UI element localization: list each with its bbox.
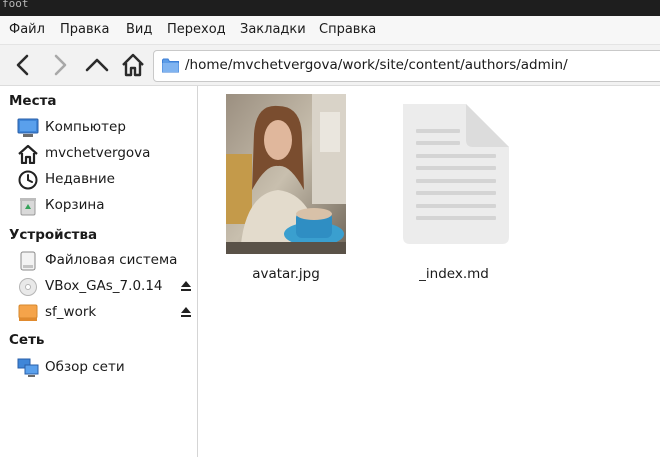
sidebar-item-label: Корзина: [45, 197, 105, 213]
sidebar-item-trash[interactable]: Корзина: [17, 194, 195, 218]
up-button[interactable]: [83, 51, 111, 79]
folder-icon: [162, 58, 179, 73]
home-icon: [122, 53, 144, 77]
home-icon: [18, 144, 38, 164]
forward-button[interactable]: [46, 51, 74, 79]
sidebar-item-home[interactable]: mvchetvergova: [17, 142, 195, 166]
trash-icon: [20, 198, 36, 216]
optical-disc-icon: [19, 278, 37, 296]
network-icon: [17, 358, 39, 377]
sidebar-item-label: mvchetvergova: [45, 145, 151, 161]
drive-icon: [20, 251, 36, 271]
window-titlebar: foot: [0, 0, 660, 16]
menu-bar: Файл Правка Вид Переход Закладки Справка: [0, 16, 660, 45]
sidebar-item-sf-work[interactable]: sf_work: [17, 301, 195, 325]
menu-bookmarks[interactable]: Закладки: [240, 22, 306, 37]
sidebar-item-label: VBox_GAs_7.0.14: [45, 278, 163, 294]
back-button[interactable]: [9, 51, 37, 79]
menu-help[interactable]: Справка: [319, 22, 376, 37]
sidebar-item-network-browse[interactable]: Обзор сети: [17, 356, 195, 380]
sidebar-item-recent[interactable]: Недавние: [17, 168, 195, 192]
menu-edit[interactable]: Правка: [60, 22, 109, 37]
location-bar[interactable]: /home/mvchetvergova/work/site/content/au…: [153, 50, 660, 82]
sidebar-item-label: Недавние: [45, 171, 115, 187]
window-title: foot: [2, 0, 29, 10]
image-thumbnail: [226, 94, 346, 254]
drive-orange-icon: [18, 304, 38, 321]
sidebar-item-vbox-cd[interactable]: VBox_GAs_7.0.14: [17, 275, 195, 299]
sidebar-item-label: Обзор сети: [45, 359, 125, 375]
file-item[interactable]: avatar.jpg: [226, 94, 346, 284]
eject-icon[interactable]: [180, 306, 192, 318]
computer-icon: [17, 118, 39, 137]
location-path[interactable]: /home/mvchetvergova/work/site/content/au…: [185, 57, 568, 73]
clock-icon: [18, 170, 38, 190]
text-document-icon: [403, 104, 509, 244]
file-name: _index.md: [419, 266, 489, 282]
chevron-right-icon: [54, 54, 67, 76]
home-button[interactable]: [119, 51, 147, 79]
chevron-left-icon: [16, 54, 29, 76]
menu-go[interactable]: Переход: [167, 22, 226, 37]
sidebar: Места Компьютер mvchetvergova Недавние К…: [0, 86, 198, 457]
sidebar-heading-network: Сеть: [9, 332, 45, 348]
menu-view[interactable]: Вид: [126, 22, 152, 37]
sidebar-item-label: sf_work: [45, 304, 97, 320]
eject-icon[interactable]: [180, 280, 192, 292]
sidebar-heading-places: Места: [9, 93, 57, 109]
sidebar-item-label: Компьютер: [45, 119, 126, 135]
file-name: avatar.jpg: [252, 266, 320, 282]
toolbar: /home/mvchetvergova/work/site/content/au…: [0, 45, 660, 86]
menu-file[interactable]: Файл: [9, 22, 45, 37]
sidebar-item-computer[interactable]: Компьютер: [17, 116, 195, 140]
file-item[interactable]: _index.md: [394, 94, 514, 284]
sidebar-item-filesystem[interactable]: Файловая система: [17, 249, 195, 273]
sidebar-heading-devices: Устройства: [9, 227, 98, 243]
file-view: avatar.jpg _index.md: [198, 86, 660, 457]
sidebar-item-label: Файловая система: [45, 252, 178, 268]
chevron-up-icon: [85, 58, 109, 72]
